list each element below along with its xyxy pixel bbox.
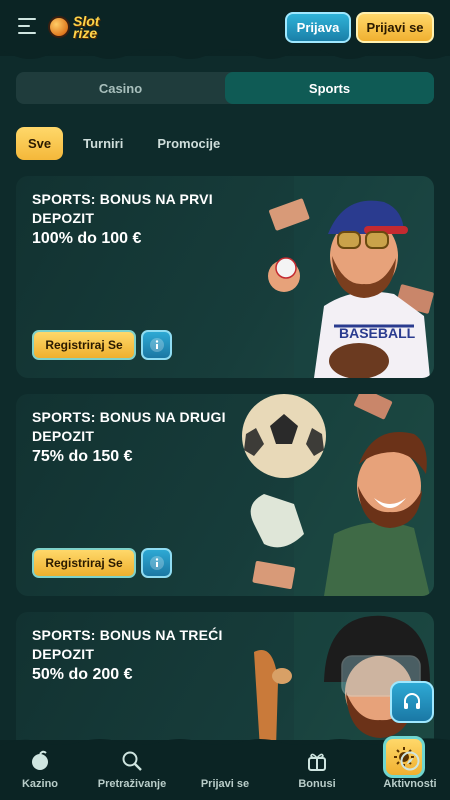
nav-label: Pretraživanje bbox=[97, 778, 167, 790]
header-wave bbox=[0, 44, 450, 59]
promo-amount: 50% do 200 € bbox=[32, 666, 133, 683]
svg-text:BASEBALL: BASEBALL bbox=[339, 325, 416, 341]
support-button[interactable] bbox=[390, 681, 434, 723]
register-button[interactable]: Prijavi se bbox=[356, 12, 434, 43]
nav-label: Prijavi se bbox=[200, 778, 250, 790]
tab-casino[interactable]: Casino bbox=[16, 72, 225, 104]
nav-label: Aktivnosti bbox=[383, 778, 437, 790]
nav-signup[interactable]: Prijavi se bbox=[180, 736, 425, 798]
promo-amount: 100% do 100 € bbox=[32, 230, 142, 247]
nav-bonuses[interactable]: Bonusi bbox=[272, 748, 362, 798]
register-promo-button[interactable]: Registriraj Se bbox=[32, 548, 136, 578]
filter-tournaments[interactable]: Turniri bbox=[69, 127, 137, 160]
casino-icon bbox=[32, 750, 48, 770]
headset-icon bbox=[404, 693, 420, 709]
nav-activities[interactable]: Aktivnosti bbox=[365, 748, 450, 798]
filter-all[interactable]: Sve bbox=[16, 127, 64, 160]
info-button[interactable] bbox=[141, 548, 172, 578]
soccer-goalkeeper-art bbox=[242, 394, 434, 596]
logo[interactable]: Slot rize bbox=[48, 10, 112, 44]
info-button[interactable] bbox=[141, 330, 172, 360]
promo-title: SPORTS: BONUS NA PRVI DEPOZIT bbox=[32, 191, 213, 226]
promo-amount: 75% do 150 € bbox=[32, 448, 133, 465]
login-button[interactable]: Prijava bbox=[285, 12, 351, 43]
nav-search[interactable]: Pretraživanje bbox=[87, 748, 177, 798]
filter-promotions[interactable]: Promocije bbox=[143, 127, 234, 160]
promo-card: SPORTS: BONUS NA DRUGI DEPOZIT 75% do 15… bbox=[16, 394, 434, 596]
logo-text: Slot rize bbox=[73, 13, 100, 41]
gift-icon bbox=[308, 753, 326, 771]
search-icon bbox=[122, 751, 142, 771]
baseball-player-art: BASEBALL bbox=[268, 176, 434, 378]
tab-sports[interactable]: Sports bbox=[225, 72, 434, 104]
info-icon bbox=[149, 556, 164, 570]
register-promo-button[interactable]: Registriraj Se bbox=[32, 330, 136, 360]
nav-label: Kazino bbox=[21, 778, 59, 790]
promo-title: SPORTS: BONUS NA DRUGI DEPOZIT bbox=[32, 409, 226, 444]
promo-filters: Sve Turniri Promocije bbox=[16, 127, 240, 160]
casino-sports-toggle: Casino Sports bbox=[16, 72, 434, 104]
header: Slot rize Prijava Prijavi se bbox=[0, 0, 450, 59]
menu-icon[interactable] bbox=[18, 18, 38, 36]
nav-casino[interactable]: Kazino bbox=[0, 748, 85, 798]
info-icon bbox=[149, 338, 164, 352]
bottom-nav: Kazino Pretraživanje Prijavi se Bonusi A… bbox=[0, 736, 450, 800]
nav-label: Bonusi bbox=[298, 778, 336, 790]
compass-icon bbox=[400, 751, 420, 771]
promo-card: BASEBALL SPORTS: BONUS NA PRVI DEPOZIT 1… bbox=[16, 176, 434, 378]
promo-title: SPORTS: BONUS NA TREĆI DEPOZIT bbox=[32, 627, 223, 662]
logo-mark bbox=[48, 16, 70, 38]
